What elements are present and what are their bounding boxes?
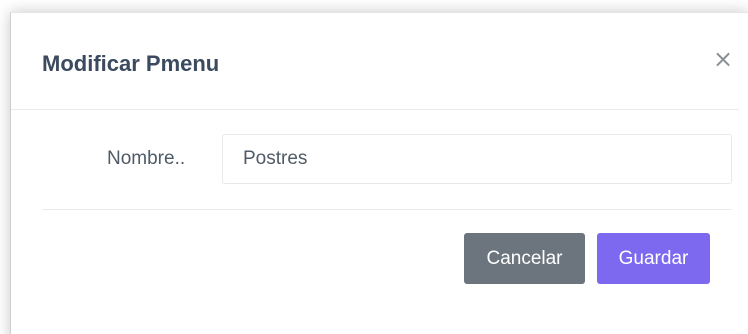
cancel-button[interactable]: Cancelar [464, 233, 585, 284]
name-input[interactable] [222, 134, 732, 184]
modal-header: Modificar Pmenu × [11, 13, 739, 110]
save-button[interactable]: Guardar [597, 233, 710, 284]
name-label: Nombre.. [107, 148, 186, 169]
edit-pmenu-dialog: Modificar Pmenu × Nombre.. Cancelar Guar… [10, 12, 748, 334]
modal-title: Modificar Pmenu [42, 51, 220, 76]
footer-divider [42, 209, 732, 210]
close-icon[interactable]: × [711, 47, 735, 71]
